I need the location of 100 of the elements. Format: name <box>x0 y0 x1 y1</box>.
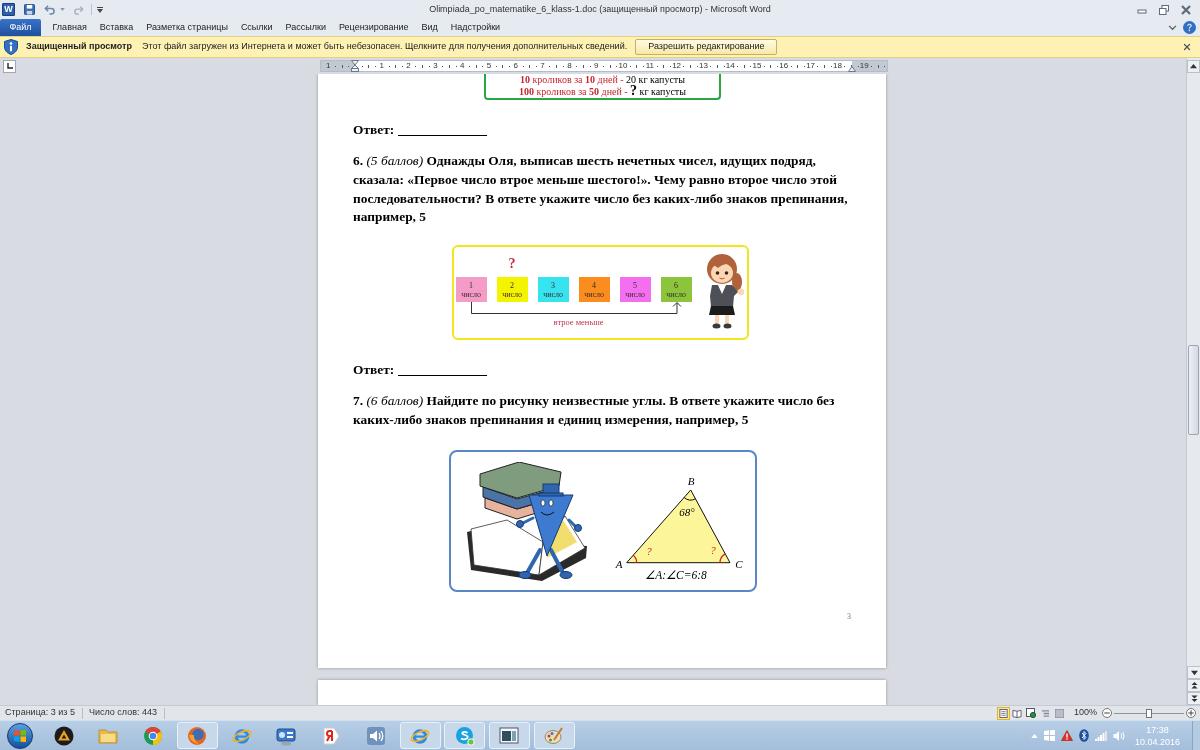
dropdown-caret-icon[interactable] <box>60 8 65 11</box>
ruler-number: 19 <box>859 61 869 71</box>
scrollbar-thumb[interactable] <box>1188 345 1199 435</box>
zoom-slider[interactable] <box>1114 708 1184 718</box>
question-text: 6. (5 баллов) Однажды Оля, выписав шесть нечетных чисел, идущих подряд, сказала: «Первое число втрое меньше шестого!». Чему равно второе число этой последовательности? В ответе укажите число без каких-либо знаков препинания, например, 5 <box>353 152 849 227</box>
ruler-number: 12 <box>672 61 682 71</box>
window-icon <box>499 725 520 746</box>
ruler-number: 2 <box>406 61 411 71</box>
tile-label: число <box>461 289 481 299</box>
answer-label: Ответ: <box>353 121 395 139</box>
browser-icon <box>142 725 163 746</box>
outline-icon <box>1040 708 1050 718</box>
ruler-number: 1 <box>379 61 384 71</box>
angle-label: ? <box>710 543 716 556</box>
app-menu-button[interactable]: W <box>2 3 15 16</box>
file-tab[interactable]: Файл <box>0 19 41 36</box>
tile-number: 4 <box>592 280 597 290</box>
globe-fox-icon <box>187 725 208 746</box>
ribbon-tab[interactable]: Вид <box>414 19 445 36</box>
indent-marker-icon[interactable] <box>848 66 856 72</box>
globe-page-icon <box>1026 708 1037 718</box>
ribbon-tab[interactable]: Рассылки <box>279 19 333 36</box>
double-caret-down-icon <box>1190 695 1198 702</box>
caret-up-icon <box>1190 62 1197 70</box>
page-number: 3 <box>847 611 851 622</box>
triangle-disc-icon <box>53 725 74 746</box>
customize-caret-icon[interactable] <box>97 6 103 13</box>
palette-icon <box>544 725 565 746</box>
ruler-number: 11 <box>645 61 654 71</box>
tile-number: 6 <box>674 280 679 290</box>
scroll-down-button[interactable] <box>1187 666 1200 679</box>
enable-editing-button[interactable]: Разрешить редактирование <box>635 39 778 55</box>
tile-number: 2 <box>510 280 515 290</box>
scroll-up-button[interactable] <box>1187 59 1200 73</box>
start-button[interactable] <box>7 722 33 749</box>
ribbon-collapse-icon[interactable] <box>1168 24 1177 31</box>
tile-label: число <box>625 289 645 299</box>
ruler-number: 18 <box>832 61 842 71</box>
tile-label: число <box>502 289 522 299</box>
ruler-number: 5 <box>486 61 492 71</box>
ribbon-tab[interactable]: Надстройки <box>444 19 507 36</box>
ruler-number: 15 <box>752 61 762 71</box>
tab-stop-selector[interactable] <box>3 59 16 73</box>
view-button[interactable] <box>1024 706 1038 720</box>
indent-marker-icon[interactable] <box>351 60 359 72</box>
rule-line: 100 кроликов за 50 дней - ? кг капусты <box>519 86 686 98</box>
word-count-status: Число слов: 443 <box>88 706 157 720</box>
angle-arc-icon <box>683 496 696 501</box>
ribbon-tab[interactable]: Вставка <box>93 19 140 36</box>
angle-label: 68° <box>679 505 695 518</box>
ruler-number: 13 <box>698 61 708 71</box>
taskbar-button[interactable] <box>488 722 530 749</box>
ruler-number: 16 <box>779 61 789 71</box>
next-page-button[interactable] <box>1187 692 1200 705</box>
tile-number: 5 <box>633 280 638 290</box>
zoom-in-icon[interactable] <box>1186 708 1196 718</box>
left-tab-icon <box>6 63 13 69</box>
ruler-number: 6 <box>513 61 518 71</box>
help-icon[interactable] <box>1183 21 1196 34</box>
warning-icon[interactable] <box>1060 730 1073 741</box>
arrow-label: втрое меньше <box>553 317 604 328</box>
chat-bubble-icon <box>454 725 475 746</box>
question-mark: ? <box>508 257 516 272</box>
answer-label: Ответ: <box>353 361 395 380</box>
window-title: Olimpiada_po_matematike_6_klass-1.doc (защищенный просмотр) - Microsoft Word <box>429 2 771 16</box>
info-shield-icon <box>4 39 18 55</box>
zoom-slider-thumb[interactable] <box>1146 708 1152 718</box>
ribbon-tab[interactable]: Разметка страницы <box>139 19 235 36</box>
ruler-number: 4 <box>459 61 465 71</box>
save-icon[interactable] <box>24 4 35 15</box>
angle-arc-icon <box>632 554 638 564</box>
page-icon <box>998 708 1008 718</box>
previous-page-button[interactable] <box>1187 679 1200 692</box>
gauges-icon <box>276 725 297 746</box>
ruler-number: 10 <box>618 61 628 71</box>
ribbon-tab[interactable]: Рецензирование <box>332 19 415 36</box>
tile-number: 1 <box>469 280 474 290</box>
ribbon-tab[interactable]: Ссылки <box>234 19 280 36</box>
ruler-number: 17 <box>806 61 816 71</box>
tile-label: число <box>584 289 604 299</box>
vertex-label: B <box>687 474 695 487</box>
question-text: 7. (6 баллов) Найдите по рисунку неизвестные углы. В ответе укажите число без каких-либо знаков препинания и единиц измерения, например, 5 <box>353 392 836 429</box>
ribbon-tab[interactable]: Главная <box>46 19 94 36</box>
ratio-label: ∠A:∠C=6:8 <box>645 568 707 581</box>
vertex-label: C <box>735 557 743 570</box>
restore-icon[interactable] <box>1159 4 1169 15</box>
zoom-level[interactable]: 100% <box>1073 706 1097 720</box>
close-icon[interactable] <box>1182 42 1192 52</box>
book-icon <box>1012 708 1023 718</box>
draft-icon <box>1054 708 1064 718</box>
angle-label: ? <box>646 544 652 557</box>
speaker-icon <box>365 725 386 746</box>
bluetooth-icon[interactable] <box>1078 729 1089 742</box>
ruler-number: 9 <box>593 61 599 71</box>
ruler-number: 1 <box>325 61 331 71</box>
close-icon[interactable] <box>1181 4 1191 15</box>
double-caret-up-icon <box>1190 682 1198 689</box>
zoom-out-icon[interactable] <box>1102 708 1112 718</box>
view-button[interactable] <box>996 706 1010 720</box>
undo-icon[interactable] <box>44 4 55 15</box>
